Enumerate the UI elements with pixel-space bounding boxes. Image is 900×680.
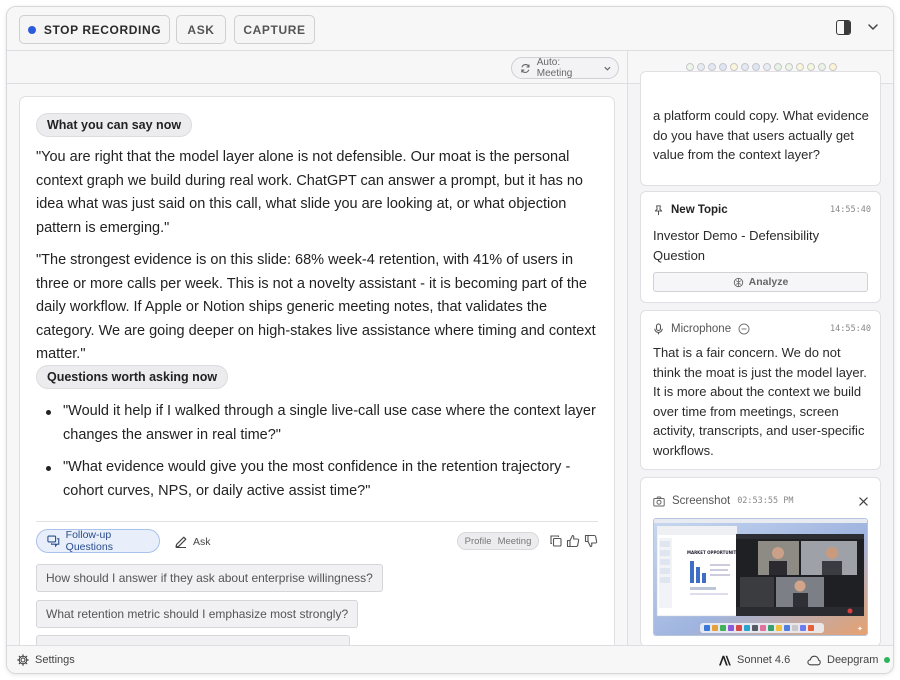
capture-button[interactable]: CAPTURE	[234, 15, 315, 44]
stop-recording-label: STOP RECORDING	[43, 22, 162, 37]
questions-list: "Would it help if I walked through a sin…	[36, 400, 602, 512]
chat-bubbles-icon	[47, 535, 60, 547]
activity-dot	[751, 63, 760, 71]
mic-transcript-text: That is a fair concern. We do not think …	[653, 345, 867, 458]
status-circle-icon	[738, 323, 750, 335]
activity-dot	[718, 63, 727, 71]
ask-link-label: Ask	[193, 536, 211, 548]
section-title-questions: Questions worth asking now	[36, 365, 229, 389]
screenshot-card-header: Screenshot 02:53:55 PM	[653, 493, 871, 509]
settings-button[interactable]: Settings	[17, 653, 75, 667]
capture-button-label: CAPTURE	[243, 22, 306, 37]
suggested-answer-paragraph-2: "The strongest evidence is on this slide…	[36, 252, 596, 363]
suggested-answer-paragraph-1: "You are right that the model layer alon…	[36, 149, 583, 236]
profile-label: Profile	[464, 535, 492, 547]
activity-dot	[784, 63, 793, 71]
activity-dot	[795, 63, 804, 71]
settings-label: Settings	[35, 654, 75, 666]
toggle-panel-icon[interactable]	[836, 20, 851, 35]
mode-selector-label: Auto: Meeting	[536, 57, 573, 79]
thumbs-down-icon[interactable]	[584, 534, 598, 548]
question-item: "What evidence would give you the most c…	[36, 456, 602, 503]
ask-button[interactable]: ASK	[176, 15, 226, 44]
screenshot-thumbnail-image: MARKET OPPORTUNITY & TRACTION ✦	[654, 519, 867, 635]
activity-dot	[707, 63, 716, 71]
topic-label: New Topic	[671, 204, 728, 216]
assist-card: What you can say now "You are right that…	[19, 96, 615, 656]
recording-dot-icon	[27, 25, 36, 34]
activity-dot	[729, 63, 738, 71]
analyze-button[interactable]: Analyze	[653, 272, 868, 292]
screenshot-thumbnail[interactable]: MARKET OPPORTUNITY & TRACTION ✦	[653, 518, 868, 636]
chevron-down-icon[interactable]	[866, 20, 880, 34]
activity-dot	[828, 63, 837, 71]
close-icon[interactable]	[859, 497, 868, 506]
mic-label: Microphone	[671, 323, 732, 335]
status-bar: Settings Sonnet 4.6 Deepgram	[7, 645, 893, 673]
follow-up-questions-label: Follow-up Questions	[65, 529, 113, 553]
screenshot-time: 02:53:55 PM	[737, 496, 794, 506]
thumbs-up-icon[interactable]	[566, 534, 580, 548]
topic-card: New Topic 14:55:40 Investor Demo - Defen…	[640, 191, 881, 303]
brain-icon	[733, 277, 743, 287]
copy-icon[interactable]	[549, 534, 563, 548]
activity-dot	[696, 63, 705, 71]
transcriber-selector[interactable]: Deepgram	[807, 653, 891, 667]
cloud-icon	[807, 655, 821, 665]
main-pane: Auto: Meeting What you can say now "You …	[7, 51, 627, 656]
camera-icon	[653, 496, 665, 506]
mic-time: 14:55:40	[830, 324, 871, 334]
transcriber-label: Deepgram	[827, 654, 879, 666]
divider	[36, 521, 598, 522]
section-title-say-now: What you can say now	[36, 113, 193, 137]
profile-value: Meeting	[497, 535, 532, 547]
activity-dot	[685, 63, 694, 71]
top-toolbar: STOP RECORDING ASK CAPTURE	[7, 7, 893, 51]
topic-title: Investor Demo - Defensibility Question	[653, 228, 820, 263]
gear-icon	[17, 654, 29, 666]
transcript-card-partial: a platform could copy. What evidence do …	[640, 71, 881, 186]
mic-card-header: Microphone 14:55:40	[653, 321, 871, 337]
stop-recording-button[interactable]: STOP RECORDING	[19, 15, 170, 44]
transcript-sidebar: a platform could copy. What evidence do …	[627, 51, 893, 645]
refresh-icon	[521, 63, 530, 73]
question-item: "Would it help if I walked through a sin…	[36, 400, 602, 447]
screenshot-card: Screenshot 02:53:55 PM MARKET OPPORTUNIT…	[640, 477, 881, 645]
activity-dot	[762, 63, 771, 71]
activity-dot	[806, 63, 815, 71]
activity-dot	[740, 63, 749, 71]
activity-dot	[817, 63, 826, 71]
chevron-down-icon	[604, 66, 611, 71]
profile-badge: Profile Meeting	[457, 532, 539, 550]
microphone-transcript-card: Microphone 14:55:40 That is a fair conce…	[640, 310, 881, 470]
app-window: STOP RECORDING ASK CAPTURE Auto: Meeting	[6, 6, 894, 674]
activity-dot	[773, 63, 782, 71]
suggested-question-button[interactable]: How should I answer if they ask about en…	[36, 564, 383, 592]
mode-bar: Auto: Meeting	[7, 51, 627, 84]
transcriber-status-dot	[884, 657, 891, 663]
pencil-icon	[175, 536, 187, 548]
screenshot-label: Screenshot	[672, 495, 731, 507]
topic-card-header: New Topic 14:55:40	[653, 202, 871, 218]
ask-link[interactable]: Ask	[174, 533, 211, 551]
mode-selector[interactable]: Auto: Meeting	[511, 57, 619, 79]
topic-time: 14:55:40	[830, 205, 871, 215]
transcript-card-text: a platform could copy. What evidence do …	[653, 108, 869, 162]
suggested-question-button[interactable]: What retention metric should I emphasize…	[36, 600, 359, 628]
microphone-icon	[654, 323, 663, 335]
analyze-label: Analyze	[748, 276, 789, 288]
ask-button-label: ASK	[187, 22, 215, 37]
svg-text:✦: ✦	[857, 625, 863, 633]
model-selector[interactable]: Sonnet 4.6	[718, 653, 790, 667]
anthropic-logo-icon	[719, 655, 731, 665]
follow-up-questions-button[interactable]: Follow-up Questions	[36, 529, 160, 553]
pin-icon	[654, 204, 663, 215]
model-label: Sonnet 4.6	[737, 654, 791, 666]
